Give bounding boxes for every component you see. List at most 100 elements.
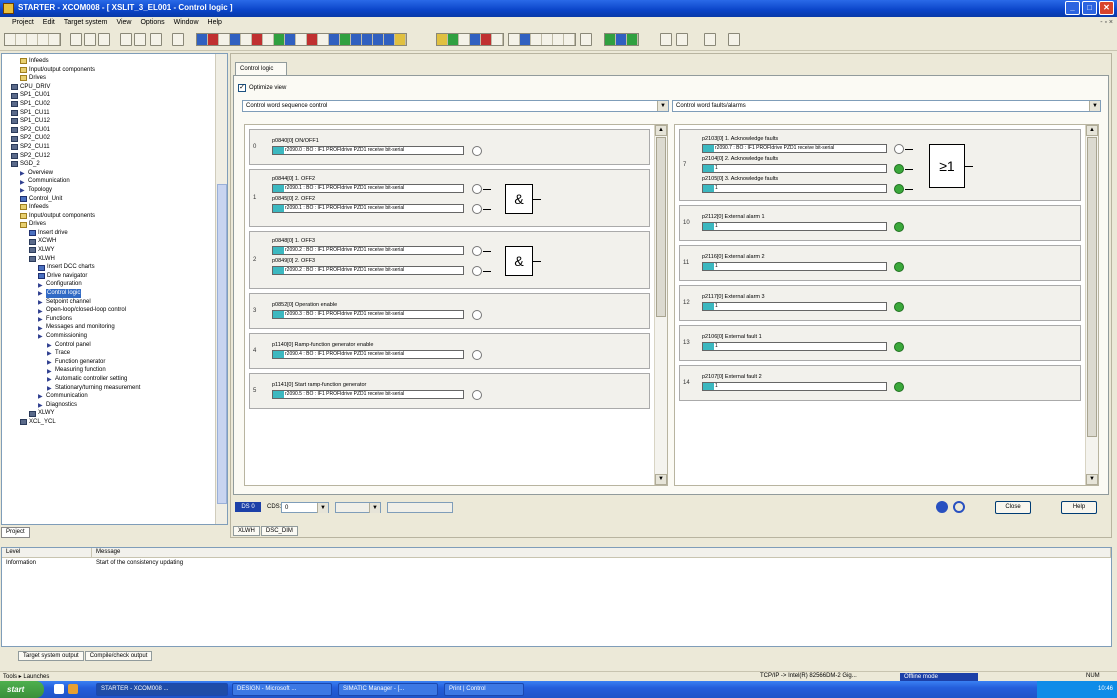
tree-item[interactable]: SP1_CU11 xyxy=(5,109,227,118)
tab-xlwh[interactable]: XLWH xyxy=(233,526,260,536)
signal-source-field[interactable]: r2090.4 : BO : IF1 PROFIdrive PZD1 recei… xyxy=(272,350,464,359)
toolbar-undo-icon[interactable] xyxy=(120,33,132,46)
right-combo[interactable]: Control word faults/alarms ▼ xyxy=(672,100,1101,112)
left-combo[interactable]: Control word sequence control ▼ xyxy=(242,100,669,112)
tree-item[interactable]: SP2_CU11 xyxy=(5,143,227,152)
signal-connector[interactable]: p2117[0] External alarm 3 1 xyxy=(698,294,908,314)
signal-source-field[interactable]: 1 xyxy=(702,184,887,193)
signal-label[interactable]: p1141[0] Start ramp-function generator xyxy=(272,382,366,388)
toolbar-help-icon[interactable] xyxy=(172,33,184,46)
project-tab[interactable]: Project xyxy=(1,527,30,538)
optimize-view-checkbox[interactable]: ✓ xyxy=(238,84,246,92)
tree-item[interactable]: Input/output components xyxy=(5,212,227,221)
signal-label[interactable]: p2112[0] External alarm 1 xyxy=(702,214,765,220)
signal-label[interactable]: p0844[0] 1. OFF2 xyxy=(272,176,315,182)
signal-source-field[interactable]: 1 xyxy=(702,302,887,311)
tab-dsc-dim[interactable]: DSC_DIM xyxy=(260,526,298,536)
tree-item[interactable]: Open-loop/closed-loop control xyxy=(5,306,227,315)
left-scrollbar-thumb[interactable] xyxy=(656,137,666,317)
tree-item[interactable]: Configuration xyxy=(5,280,227,289)
signal-label[interactable]: p2106[0] External fault 1 xyxy=(702,334,762,340)
signal-connector[interactable]: p0844[0] 1. OFF2 r2090.1 : BO : IF1 PROFI… xyxy=(268,176,491,196)
tree-item[interactable]: Commissioning xyxy=(5,332,227,341)
tree-item[interactable]: Messages and monitoring xyxy=(5,323,227,332)
refresh-icon[interactable] xyxy=(953,501,965,513)
signal-label[interactable]: p2103[0] 1. Acknowledge faults xyxy=(702,136,778,142)
signal-connector[interactable]: p2104[0] 2. Acknowledge faults 1 xyxy=(698,156,913,176)
tree-item[interactable]: XLWH xyxy=(5,255,227,264)
cds-select[interactable]: 0 ▼ xyxy=(281,502,329,513)
tab-target-system-output[interactable]: Target system output xyxy=(18,651,84,661)
tree-item[interactable]: Stationary/turning measurement xyxy=(5,384,227,393)
toolbar-config-group[interactable] xyxy=(436,33,504,46)
chevron-down-icon[interactable]: ▼ xyxy=(317,503,328,513)
tree-item[interactable]: Insert drive xyxy=(5,229,227,238)
project-scrollbar-thumb[interactable] xyxy=(217,184,227,504)
signal-source-field[interactable]: 1 xyxy=(702,262,887,271)
tree-item[interactable]: XCL_YCL xyxy=(5,418,227,427)
signal-source-field[interactable]: r2090.0 : BO : IF1 PROFIdrive PZD1 recei… xyxy=(272,146,464,155)
menu-help[interactable]: Help xyxy=(208,17,222,29)
menu-view[interactable]: View xyxy=(116,17,131,29)
toolbar-file-group[interactable] xyxy=(4,33,61,46)
signal-label[interactable]: p1140[0] Ramp-function generator enable xyxy=(272,342,373,348)
tree-item[interactable]: Drive navigator xyxy=(5,272,227,281)
signal-label[interactable]: p2107[0] External fault 2 xyxy=(702,374,762,380)
tree-item[interactable]: SP1_CU12 xyxy=(5,117,227,126)
tree-item[interactable]: CPU_DRIV xyxy=(5,83,227,92)
signal-source-field[interactable]: 1 xyxy=(702,382,887,391)
maximize-button[interactable]: □ xyxy=(1082,1,1097,15)
toolbar-window-icon[interactable] xyxy=(728,33,740,46)
tree-item[interactable]: SP1_CU01 xyxy=(5,91,227,100)
signal-connector[interactable]: p2103[0] 1. Acknowledge faults r2090.7 : … xyxy=(698,136,913,156)
toolbar-download-group[interactable] xyxy=(604,33,639,46)
scroll-up-icon[interactable]: ▲ xyxy=(1086,125,1098,136)
signal-source-field[interactable]: r2090.5 : BO : IF1 PROFIdrive PZD1 recei… xyxy=(272,390,464,399)
right-scrollbar-thumb[interactable] xyxy=(1087,137,1097,437)
toolbar-view-group[interactable] xyxy=(508,33,576,46)
task-starter[interactable]: STARTER - XCOM008 ... xyxy=(96,683,228,696)
mdi-controls[interactable]: - ▫ × xyxy=(1100,17,1113,29)
tree-item[interactable]: XLWY xyxy=(5,409,227,418)
quicklaunch-folder-icon[interactable] xyxy=(68,684,78,694)
tree-item[interactable]: Infeeds xyxy=(5,57,227,66)
tree-item[interactable]: SP2_CU01 xyxy=(5,126,227,135)
tree-item[interactable]: SGD_2 xyxy=(5,160,227,169)
scroll-down-icon[interactable]: ▼ xyxy=(655,474,667,485)
column-level[interactable]: Level xyxy=(2,548,92,557)
quicklaunch-ie-icon[interactable] xyxy=(54,684,64,694)
signal-connector[interactable]: p2116[0] External alarm 2 1 xyxy=(698,254,908,274)
signal-connector[interactable]: p0845[0] 2. OFF2 r2090.1 : BO : IF1 PROFI… xyxy=(268,196,491,216)
project-scrollbar[interactable] xyxy=(215,54,227,524)
signal-connector[interactable]: p2106[0] External fault 1 1 xyxy=(698,334,908,354)
signal-connector[interactable]: p0840[0] ON/OFF1 r2090.0 : BO : IF1 PROFI… xyxy=(268,138,482,158)
tree-item[interactable]: Functions xyxy=(5,315,227,324)
toolbar-measure-icon[interactable] xyxy=(676,33,688,46)
signal-source-field[interactable]: r2090.1 : BO : IF1 PROFIdrive PZD1 recei… xyxy=(272,184,464,193)
tree-item[interactable]: Measuring function xyxy=(5,366,227,375)
right-scrollbar[interactable]: ▲ ▼ xyxy=(1085,125,1098,485)
optimize-view-option[interactable]: ✓ Optimize view xyxy=(238,84,286,92)
task-print[interactable]: Print | Control xyxy=(444,683,524,696)
signal-source-field[interactable]: 1 xyxy=(702,164,887,173)
task-simatic[interactable]: SIMATIC Manager - [... xyxy=(338,683,438,696)
signal-label[interactable]: p2105[0] 3. Acknowledge faults xyxy=(702,176,778,182)
tree-item[interactable]: Function generator xyxy=(5,358,227,367)
online-status-icon[interactable] xyxy=(936,501,948,513)
signal-connector[interactable]: p0852[0] Operation enable r2090.3 : BO : … xyxy=(268,302,482,322)
tree-item[interactable]: Control logic xyxy=(5,289,227,298)
signal-label[interactable]: p0845[0] 2. OFF2 xyxy=(272,196,315,202)
scroll-down-icon[interactable]: ▼ xyxy=(1086,474,1098,485)
tree-item[interactable]: Communication xyxy=(5,392,227,401)
signal-label[interactable]: p2117[0] External alarm 3 xyxy=(702,294,765,300)
left-scrollbar[interactable]: ▲ ▼ xyxy=(654,125,667,485)
toolbar-trace-icon[interactable] xyxy=(660,33,672,46)
tree-item[interactable]: Insert DCC charts xyxy=(5,263,227,272)
minimize-button[interactable]: _ xyxy=(1065,1,1080,15)
toolbar-diagnose-icon[interactable] xyxy=(704,33,716,46)
tree-item[interactable]: SP2_CU02 xyxy=(5,134,227,143)
signal-connector[interactable]: p1140[0] Ramp-function generator enable r… xyxy=(268,342,482,362)
signal-connector[interactable]: p1141[0] Start ramp-function generator r2… xyxy=(268,382,482,402)
tree-item[interactable]: XCWH xyxy=(5,237,227,246)
tree-item[interactable]: Control_Unit xyxy=(5,195,227,204)
